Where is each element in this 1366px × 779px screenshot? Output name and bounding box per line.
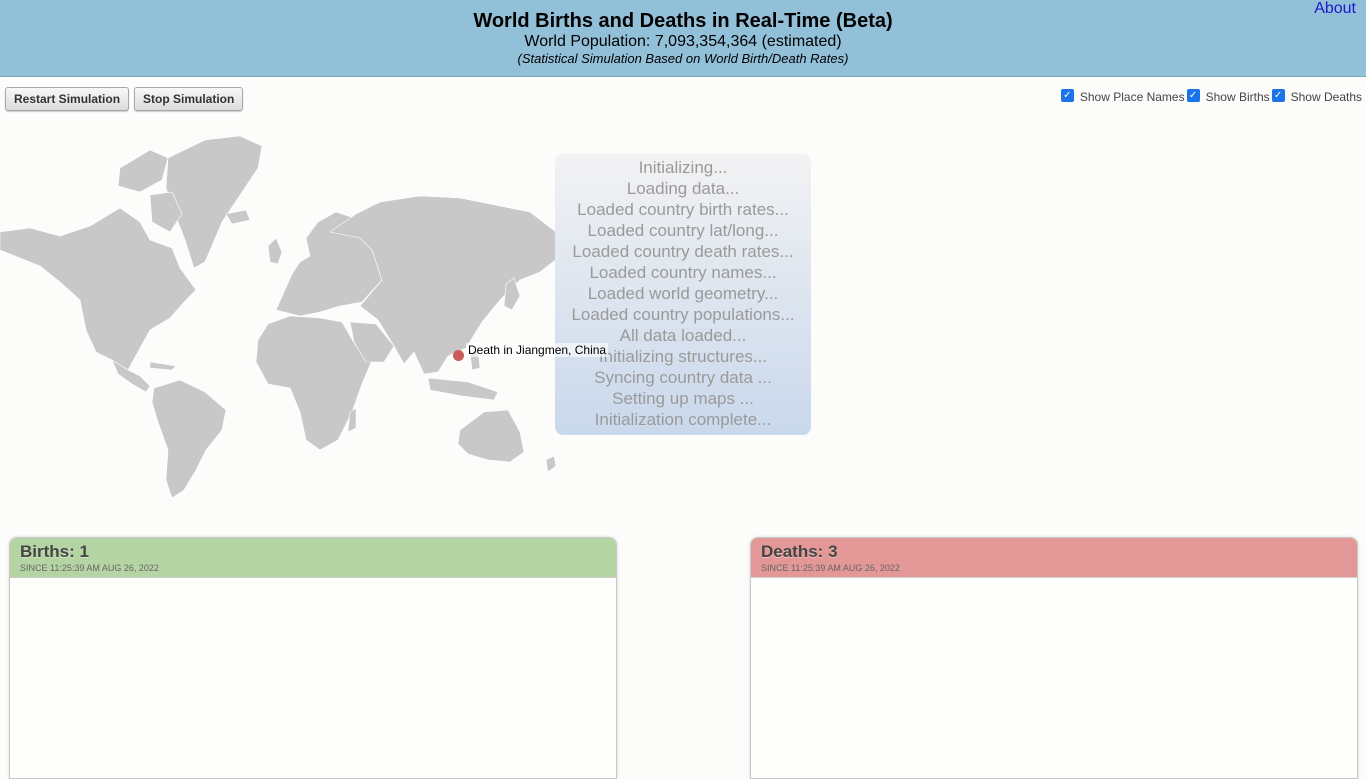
loading-status-panel: Initializing... Loading data... Loaded c… xyxy=(555,154,811,435)
loading-line: Initialization complete... xyxy=(594,410,772,429)
loading-line: Loading data... xyxy=(626,179,740,198)
page-title: World Births and Deaths in Real-Time (Be… xyxy=(473,10,893,32)
births-since: SINCE 11:25:39 AM AUG 26, 2022 xyxy=(20,563,159,573)
loading-line: Loaded country lat/long... xyxy=(587,221,779,240)
show-place-names-label: Show Place Names xyxy=(1079,90,1185,104)
world-population: World Population: 7,093,354,364 (estimat… xyxy=(524,33,842,50)
death-marker[interactable] xyxy=(453,350,464,361)
about-link[interactable]: About xyxy=(1314,0,1356,18)
show-deaths-label: Show Deaths xyxy=(1290,90,1362,104)
world-map[interactable] xyxy=(0,125,570,505)
births-count: Births: 1 xyxy=(20,542,89,561)
show-place-names-option[interactable]: ✓ Show Place Names xyxy=(1060,88,1185,104)
loading-line: Loaded world geometry... xyxy=(587,284,779,303)
greenland-shape xyxy=(165,135,263,269)
births-panel: Births: 1 SINCE 11:25:39 AM AUG 26, 2022 xyxy=(9,537,617,779)
stop-simulation-button[interactable]: Stop Simulation xyxy=(134,87,244,111)
loading-line: Setting up maps ... xyxy=(612,389,754,408)
loading-line: Loaded country names... xyxy=(589,263,777,282)
display-options: ✓ Show Place Names ✓ Show Births ✓ Show … xyxy=(1059,88,1362,104)
south-america-shape xyxy=(151,379,227,499)
death-place-label: Death in Jiangmen, China xyxy=(466,343,609,357)
new-zealand-shape xyxy=(545,455,557,473)
show-deaths-option[interactable]: ✓ Show Deaths xyxy=(1271,88,1362,104)
deaths-count: Deaths: 3 xyxy=(761,542,838,561)
north-america-shape xyxy=(0,207,197,371)
show-place-names-checkbox[interactable]: ✓ xyxy=(1060,88,1074,102)
australia-shape xyxy=(457,409,525,463)
iceland-shape xyxy=(225,209,251,225)
indonesia-shape xyxy=(427,377,499,401)
loading-line: Loaded country birth rates... xyxy=(577,200,789,219)
uk-shape xyxy=(267,237,283,265)
loading-line: Initializing... xyxy=(638,158,728,177)
page-subtitle: (Statistical Simulation Based on World B… xyxy=(517,51,849,66)
show-births-option[interactable]: ✓ Show Births xyxy=(1186,88,1270,104)
births-panel-header: Births: 1 SINCE 11:25:39 AM AUG 26, 2022 xyxy=(10,538,616,578)
loading-line: Loaded country death rates... xyxy=(572,242,794,261)
restart-simulation-button[interactable]: Restart Simulation xyxy=(5,87,130,111)
show-births-label: Show Births xyxy=(1205,90,1270,104)
arctic-islands-shape xyxy=(117,149,169,193)
show-deaths-checkbox[interactable]: ✓ xyxy=(1271,88,1285,102)
cuba-shape xyxy=(149,361,177,371)
deaths-panel: Deaths: 3 SINCE 11:25:39 AM AUG 26, 2022 xyxy=(750,537,1358,779)
page-header: World Births and Deaths in Real-Time (Be… xyxy=(0,0,1366,77)
deaths-since: SINCE 11:25:39 AM AUG 26, 2022 xyxy=(761,563,900,573)
deaths-panel-header: Deaths: 3 SINCE 11:25:39 AM AUG 26, 2022 xyxy=(751,538,1357,578)
loading-line: Loaded country populations... xyxy=(571,305,795,324)
show-births-checkbox[interactable]: ✓ xyxy=(1186,88,1200,102)
loading-line: Syncing country data ... xyxy=(594,368,772,387)
